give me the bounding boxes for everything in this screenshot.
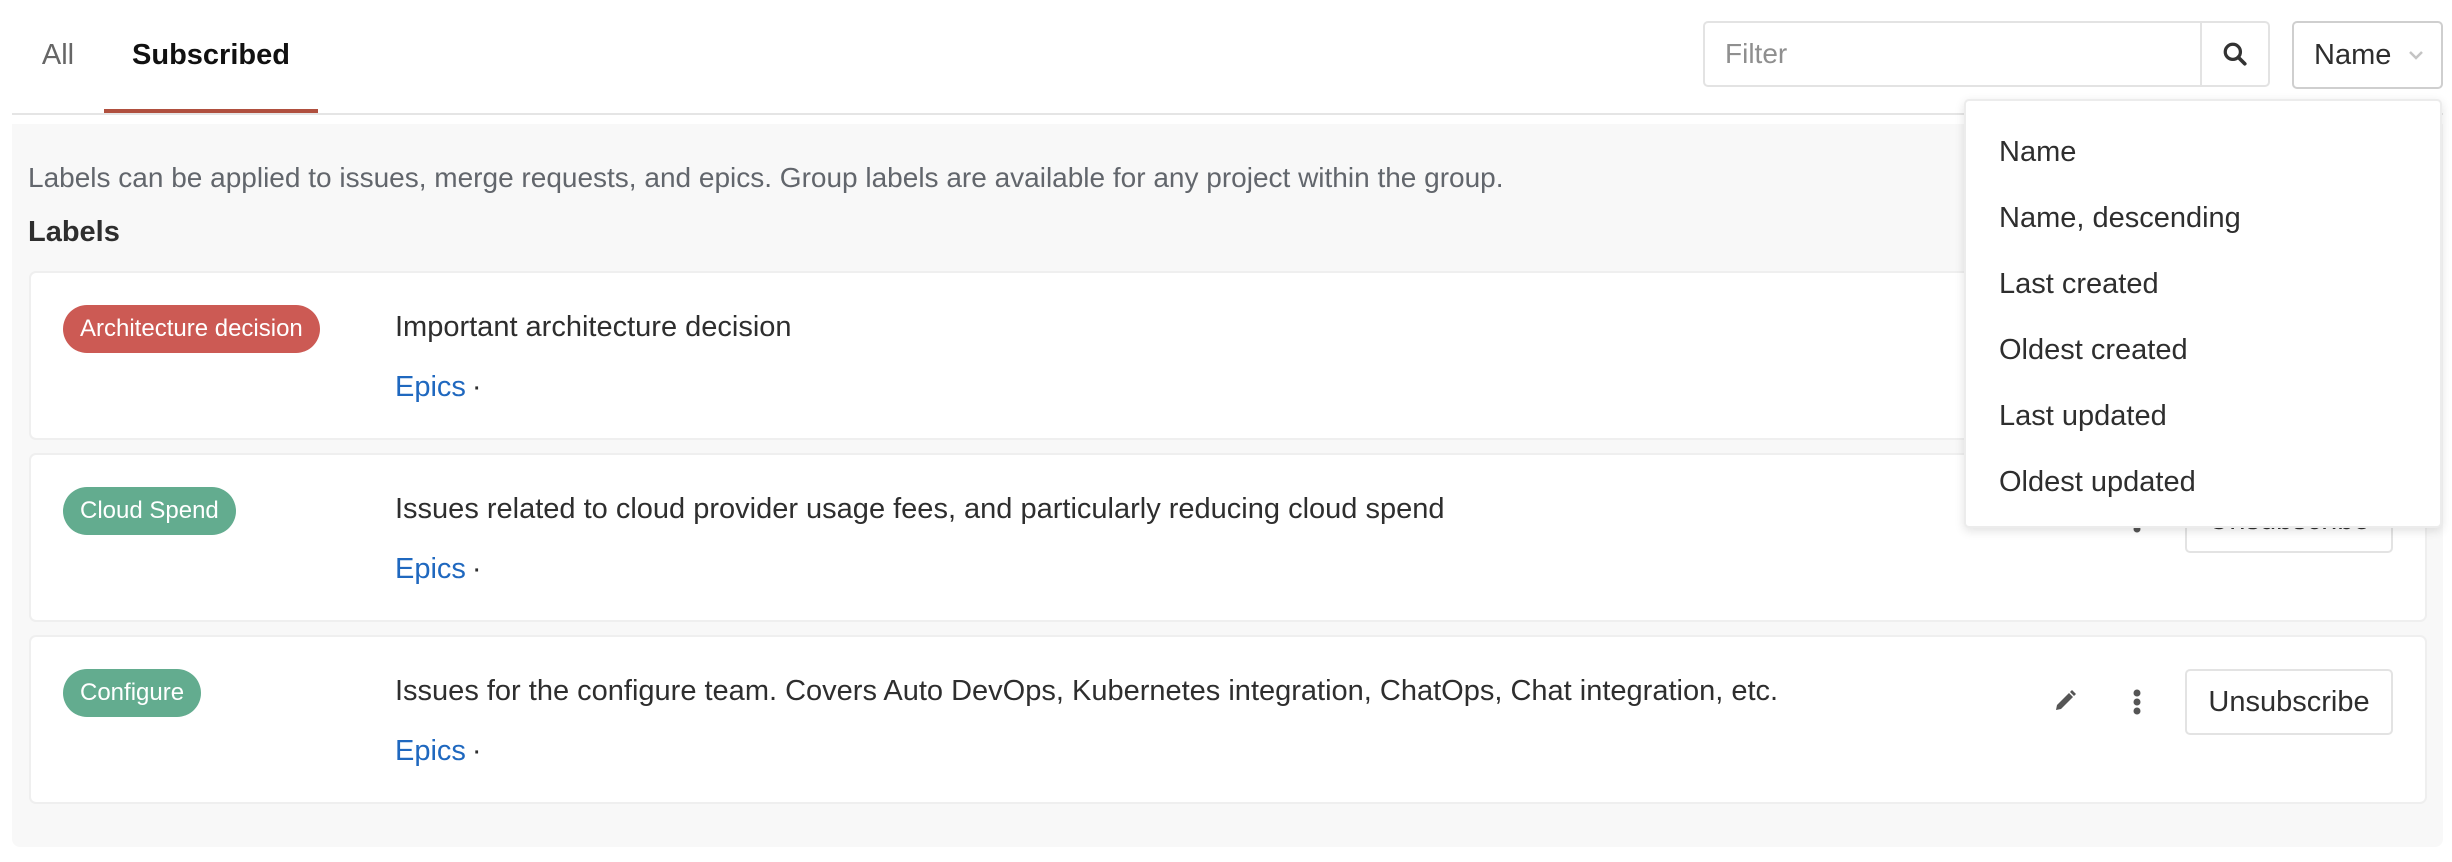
label-meta: Epics · [395, 735, 482, 768]
epics-link[interactable]: Epics [395, 735, 466, 767]
label-badge[interactable]: Configure [63, 669, 202, 717]
label-meta: Epics · [395, 371, 482, 404]
chevron-down-icon [2409, 51, 2423, 60]
tab-subscribed[interactable]: Subscribed [104, 0, 318, 113]
sort-option-last-updated[interactable]: Last updated [1966, 383, 2440, 449]
sort-option-name-descending[interactable]: Name, descending [1966, 185, 2440, 251]
label-description: Issues for the configure team. Covers Au… [395, 675, 1779, 707]
sort-dropdown-button[interactable]: Name [2292, 21, 2443, 89]
labels-intro-text: Labels can be applied to issues, merge r… [28, 162, 1504, 193]
filter-group [1703, 21, 2270, 87]
search-button[interactable] [2200, 23, 2268, 85]
label-meta: Epics · [395, 553, 482, 586]
sort-option-oldest-created[interactable]: Oldest created [1966, 317, 2440, 383]
separator: · [471, 553, 482, 585]
search-icon [2223, 42, 2247, 66]
sort-option-last-created[interactable]: Last created [1966, 251, 2440, 317]
unsubscribe-button[interactable]: Unsubscribe [2185, 669, 2393, 735]
sort-option-oldest-updated[interactable]: Oldest updated [1966, 449, 2440, 515]
label-badge[interactable]: Architecture decision [63, 305, 320, 353]
label-row: Configure Issues for the configure team.… [29, 635, 2427, 804]
sort-option-name[interactable]: Name [1966, 119, 2440, 185]
sort-selected-label: Name [2314, 38, 2392, 71]
epics-link[interactable]: Epics [395, 553, 466, 585]
label-description: Issues related to cloud provider usage f… [395, 493, 1445, 525]
kebab-menu-icon[interactable] [2129, 689, 2145, 715]
tab-all[interactable]: All [12, 0, 104, 111]
filter-input[interactable] [1705, 23, 2200, 85]
labels-heading: Labels [28, 216, 120, 248]
epics-link[interactable]: Epics [395, 371, 466, 403]
label-description: Important architecture decision [395, 311, 792, 343]
separator: · [471, 371, 482, 403]
pencil-icon[interactable] [2053, 689, 2077, 713]
label-badge[interactable]: Cloud Spend [63, 487, 236, 535]
sort-dropdown-menu: Name Name, descending Last created Oldes… [1964, 99, 2442, 528]
separator: · [471, 735, 482, 767]
